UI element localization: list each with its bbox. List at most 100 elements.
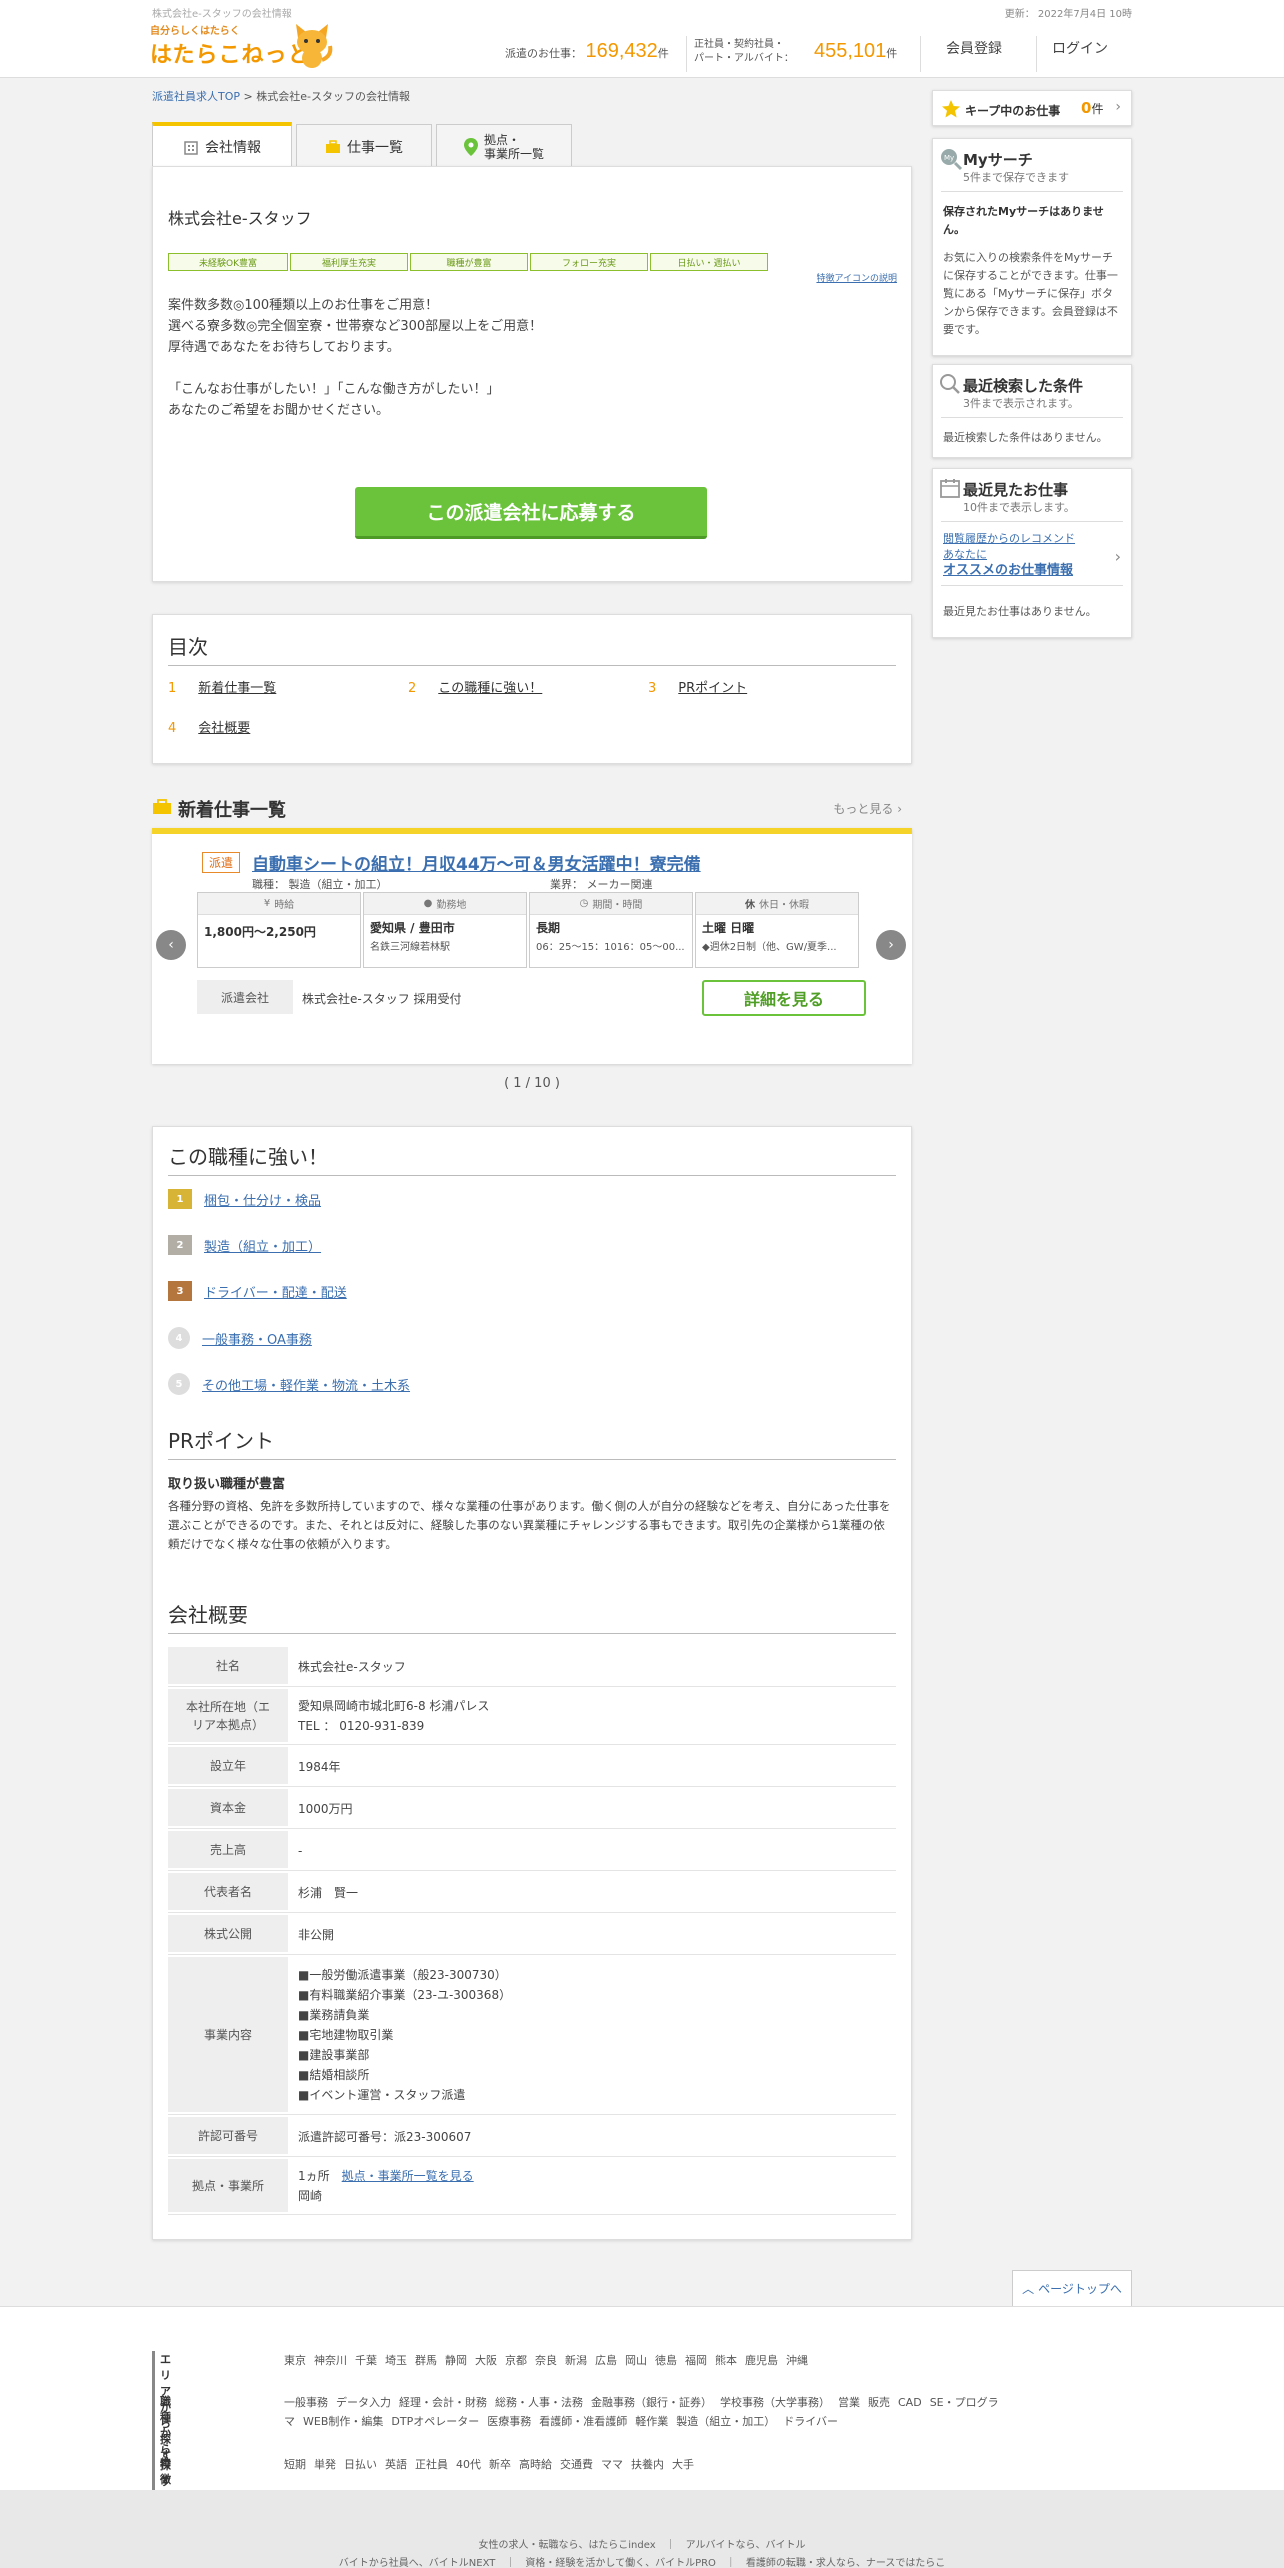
company-info-card: 株式会社e-スタッフ 未経験OK豊富 福利厚生充実 職種が豊富 フォロー充実 日…: [152, 166, 912, 582]
strong-item[interactable]: 5 その他工場・軽作業・物流・土木系: [168, 1373, 410, 1395]
footer-partner-links[interactable]: 女性の求人・転職なら、はたらこindex ｜ アルバイトなら、バイトル: [0, 2536, 1284, 2551]
prev-button[interactable]: ‹: [156, 930, 186, 960]
toc-item[interactable]: 2 この職種に強い！: [408, 677, 542, 696]
apply-button[interactable]: この派遣会社に応募する: [355, 487, 707, 539]
recommend-link[interactable]: 閲覧履歴からのレコメンド あなたに オススメのお仕事情報: [943, 531, 1075, 579]
footer-job-link[interactable]: 経理・会計・財務: [399, 2396, 487, 2409]
footer-area-list: 東京 神奈川 千葉 埼玉 群馬 静岡 大阪 京都 奈良 新潟 広島 岡山 徳島 福岡 熊本 鹿児島 沖縄: [284, 2351, 1004, 2370]
footer-partner-links[interactable]: バイトから社員へ、バイトルNEXT ｜ 資格・経験を活かして働く、バイトルPRO…: [0, 2554, 1284, 2568]
strong-item[interactable]: 4 一般事務・OA事務: [168, 1327, 312, 1349]
site-logo[interactable]: 自分らしくはたらく はたらこねっと: [150, 22, 333, 74]
next-button[interactable]: ›: [876, 930, 906, 960]
footer-job-link[interactable]: 総務・人事・法務: [495, 2396, 583, 2409]
footer-job-link[interactable]: 製造（組立・加工）: [676, 2415, 775, 2428]
footer-feature-link[interactable]: 短期: [284, 2458, 306, 2471]
toc-title: 目次: [168, 635, 208, 659]
section-divider: [168, 1459, 896, 1460]
footer-feature-link[interactable]: 大手: [672, 2458, 694, 2471]
footer-area-link[interactable]: 岡山: [625, 2354, 647, 2367]
strong-item[interactable]: 3 ドライバー・配達・配送: [168, 1281, 347, 1301]
tab-jobs[interactable]: 仕事一覧: [296, 124, 432, 168]
rank-2-icon: 2: [168, 1235, 192, 1255]
strong-item[interactable]: 2 製造（組立・加工）: [168, 1235, 321, 1255]
breadcrumb-home-link[interactable]: 派遣社員求人TOP: [152, 90, 240, 103]
detail-button[interactable]: 詳細を見る: [702, 980, 866, 1016]
login-button[interactable]: ログイン: [1052, 38, 1108, 58]
footer-area-link[interactable]: 東京: [284, 2354, 306, 2367]
footer-job-link[interactable]: DTPオペレーター: [391, 2415, 479, 2428]
footer-job-link[interactable]: 一般事務: [284, 2396, 328, 2409]
overview-row: 株式公開 非公開: [168, 1915, 896, 1955]
location-cell: ● 勤務地 愛知県 / 豊田市 名鉄三河線若林駅: [363, 892, 527, 968]
more-jobs-link[interactable]: もっと見る ›: [833, 800, 902, 817]
keep-jobs-box[interactable]: キープ中のお仕事 0件 ›: [932, 90, 1132, 126]
register-button[interactable]: 会員登録: [946, 38, 1002, 58]
footer-area-link[interactable]: 福岡: [685, 2354, 707, 2367]
divider: [941, 521, 1123, 522]
footer-area-link[interactable]: 熊本: [715, 2354, 737, 2367]
footer-feature-link[interactable]: 新卒: [489, 2458, 511, 2471]
toc-item[interactable]: 3 PRポイント: [648, 677, 747, 696]
overview-row: 事業内容 ■一般労働派遣事業（般23-300730） ■有料職業紹介事業（23-…: [168, 1957, 896, 2115]
footer-area-link[interactable]: 奈良: [535, 2354, 557, 2367]
footer-job-link[interactable]: 軽作業: [635, 2415, 668, 2428]
footer-area-link[interactable]: 広島: [595, 2354, 617, 2367]
haken-tag: 派遣: [202, 852, 241, 873]
footer-feature-link[interactable]: 交通費: [560, 2458, 593, 2471]
pr-subtitle: 取り扱い職種が豊富: [168, 1477, 286, 1492]
footer-area-link[interactable]: 千葉: [355, 2354, 377, 2367]
badge-help-link[interactable]: 特徴アイコンの説明: [816, 271, 897, 284]
svg-text:My: My: [944, 154, 954, 162]
footer-area-link[interactable]: 静岡: [445, 2354, 467, 2367]
footer-area-link[interactable]: 埼玉: [385, 2354, 407, 2367]
footer-area-link[interactable]: 神奈川: [314, 2354, 347, 2367]
footer-feature-link[interactable]: 英語: [385, 2458, 407, 2471]
footer-job-link[interactable]: 営業: [838, 2396, 860, 2409]
footer-job-link[interactable]: 販売: [868, 2396, 890, 2409]
tab-company-info[interactable]: 会社情報: [152, 122, 292, 168]
footer-job-link[interactable]: ドライバー: [783, 2415, 838, 2428]
footer-area-link[interactable]: 大阪: [475, 2354, 497, 2367]
tab-locations[interactable]: 拠点・ 事業所一覧: [436, 124, 572, 168]
toc-item[interactable]: 1 新着仕事一覧: [168, 677, 276, 696]
locations-link[interactable]: 拠点・事業所一覧を見る: [342, 2169, 474, 2183]
period-value: 長期: [536, 921, 561, 935]
footer-job-link[interactable]: WEB制作・編集: [303, 2415, 383, 2428]
footer-feature-link[interactable]: 高時給: [519, 2458, 552, 2471]
footer-job-link[interactable]: 金融事務（銀行・証券）: [591, 2396, 712, 2409]
footer-job-list: 一般事務 データ入力 経理・会計・財務 総務・人事・法務 金融事務（銀行・証券） 学校事務…: [284, 2393, 1004, 2431]
footer-area-link[interactable]: 徳島: [655, 2354, 677, 2367]
footer-job-link[interactable]: 医療事務: [487, 2415, 531, 2428]
agency-label: 派遣会社: [197, 980, 293, 1014]
job-title-link[interactable]: 自動車シートの組立！月収44万～可＆男女活躍中！寮完備: [252, 850, 701, 875]
star-icon: [942, 100, 960, 118]
feature-badge: 職種が豊富: [410, 253, 528, 271]
footer-area-link[interactable]: 群馬: [415, 2354, 437, 2367]
chevron-right-icon: ›: [1114, 547, 1121, 566]
feature-badge: 日払い・週払い: [650, 253, 768, 271]
footer-job-link[interactable]: 看護師・准看護師: [539, 2415, 627, 2428]
overview-row: 社名 株式会社e-スタッフ: [168, 1647, 896, 1687]
company-detail-card: この職種に強い！ 1 梱包・仕分け・検品 2 製造（組立・加工） 3 ドライバー…: [152, 1126, 912, 2240]
overview-row: 許認可番号 派遣許認可番号：派23-300607: [168, 2117, 896, 2157]
recent-search-box: 最近検索した条件 3件まで表示されます。 最近検索した条件はありません。: [932, 364, 1132, 458]
footer-feature-link[interactable]: ママ: [601, 2458, 623, 2471]
footer-area-link[interactable]: 鹿児島: [745, 2354, 778, 2367]
job-card: 派遣 自動車シートの組立！月収44万～可＆男女活躍中！寮完備 職種： 製造（組立…: [152, 828, 912, 1064]
footer-feature-link[interactable]: 扶養内: [631, 2458, 664, 2471]
footer-job-link[interactable]: データ入力: [336, 2396, 391, 2409]
footer-area-link[interactable]: 京都: [505, 2354, 527, 2367]
strong-item[interactable]: 1 梱包・仕分け・検品: [168, 1189, 321, 1209]
footer-area-link[interactable]: 新潟: [565, 2354, 587, 2367]
haken-count-number: 169,432: [585, 40, 658, 62]
footer-feature-link[interactable]: 日払い: [344, 2458, 377, 2471]
footer-job-link[interactable]: CAD: [898, 2396, 922, 2409]
footer-area-link[interactable]: 沖縄: [786, 2354, 808, 2367]
footer-feature-link[interactable]: 40代: [456, 2458, 481, 2471]
footer-feature-link[interactable]: 正社員: [415, 2458, 448, 2471]
footer-feature-link[interactable]: 単発: [314, 2458, 336, 2471]
station-value: 名鉄三河線若林駅: [370, 942, 450, 953]
toc-item[interactable]: 4 会社概要: [168, 717, 250, 736]
pagetop-button[interactable]: ︿ ページトップへ: [1012, 2270, 1132, 2306]
footer-job-link[interactable]: 学校事務（大学事務）: [720, 2396, 830, 2409]
